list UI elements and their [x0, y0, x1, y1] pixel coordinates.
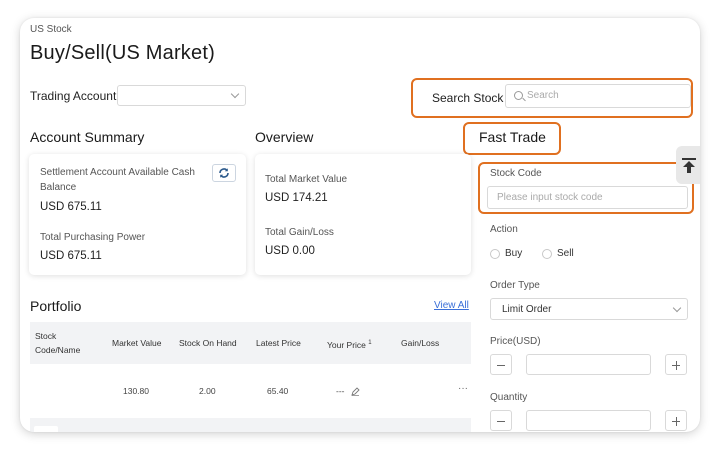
view-all-link[interactable]: View All: [434, 300, 469, 311]
col-your-price-label: Your Price: [327, 339, 366, 350]
total-gain-loss-value: USD 0.00: [265, 245, 315, 257]
stock-code-placeholder: Please input stock code: [497, 192, 603, 203]
table-row-partial: [30, 418, 471, 432]
buy-label[interactable]: Buy: [505, 248, 522, 259]
search-icon: [514, 91, 523, 100]
refresh-button[interactable]: [212, 164, 236, 182]
price-label: Price(USD): [490, 336, 541, 347]
col-your-price-note: 1: [368, 340, 372, 346]
quantity-input[interactable]: [526, 410, 651, 431]
row-latest-price: 65.40: [267, 386, 289, 396]
breadcrumb[interactable]: US Stock: [30, 24, 72, 35]
search-input[interactable]: Search: [505, 84, 691, 108]
col-stock-on-hand[interactable]: Stock On Hand: [179, 336, 237, 350]
action-label: Action: [490, 224, 518, 235]
page-title: Buy/Sell(US Market): [30, 42, 215, 64]
price-input[interactable]: [526, 354, 651, 375]
trading-account-label: Trading Account: [30, 89, 117, 103]
order-type-value: Limit Order: [502, 304, 552, 315]
col-your-price[interactable]: Your Price 1: [327, 336, 372, 352]
price-decrement-button[interactable]: [490, 354, 512, 375]
minus-icon: [497, 365, 505, 367]
row-stock-on-hand: 2.00: [199, 386, 216, 396]
overview-title: Overview: [255, 129, 314, 145]
cash-balance-value: USD 675.11: [40, 201, 102, 213]
sell-label[interactable]: Sell: [557, 248, 574, 259]
pencil-icon[interactable]: [351, 387, 360, 396]
col-gain-loss[interactable]: Gain/Loss: [401, 336, 439, 350]
stock-code-label: Stock Code: [490, 168, 542, 179]
total-gain-loss-label: Total Gain/Loss: [265, 227, 334, 238]
col-stock-code[interactable]: Stock Code/Name: [35, 329, 95, 357]
buy-radio[interactable]: [490, 249, 500, 259]
order-type-label: Order Type: [490, 280, 540, 291]
col-latest-price[interactable]: Latest Price: [256, 336, 301, 350]
back-to-top-icon: [682, 158, 696, 173]
purchasing-power-label: Total Purchasing Power: [40, 232, 146, 243]
portfolio-title: Portfolio: [30, 298, 82, 314]
chevron-down-icon: [230, 89, 240, 99]
portfolio-table-header: Stock Code/Name Market Value Stock On Ha…: [30, 322, 471, 364]
refresh-icon: [219, 168, 229, 178]
account-summary-title: Account Summary: [30, 129, 145, 145]
search-placeholder: Search: [527, 90, 559, 101]
sell-radio[interactable]: [542, 249, 552, 259]
quantity-decrement-button[interactable]: [490, 410, 512, 431]
row-your-price: ---: [336, 386, 345, 396]
price-increment-button[interactable]: [665, 354, 687, 375]
minus-icon: [497, 421, 505, 423]
order-type-select[interactable]: Limit Order: [490, 298, 688, 320]
trading-account-select[interactable]: [117, 85, 246, 106]
row-market-value: 130.80: [123, 386, 149, 396]
chevron-down-icon: [672, 303, 682, 313]
quantity-increment-button[interactable]: [665, 410, 687, 431]
col-market-value[interactable]: Market Value: [112, 336, 161, 350]
quantity-label: Quantity: [490, 392, 528, 403]
purchasing-power-value: USD 675.11: [40, 250, 102, 262]
back-to-top-button[interactable]: [676, 146, 700, 184]
fast-trade-title: Fast Trade: [479, 129, 546, 145]
total-market-value-label: Total Market Value: [265, 174, 348, 185]
main-card: US Stock Buy/Sell(US Market) Trading Acc…: [20, 18, 700, 432]
row-cell-partial: [34, 426, 58, 432]
search-stock-label: Search Stock: [432, 91, 504, 105]
stock-code-input[interactable]: Please input stock code: [487, 186, 688, 209]
more-icon[interactable]: ···: [458, 383, 468, 394]
total-market-value: USD 174.21: [265, 192, 328, 204]
cash-balance-label: Settlement Account Available Cash Balanc…: [40, 167, 195, 193]
